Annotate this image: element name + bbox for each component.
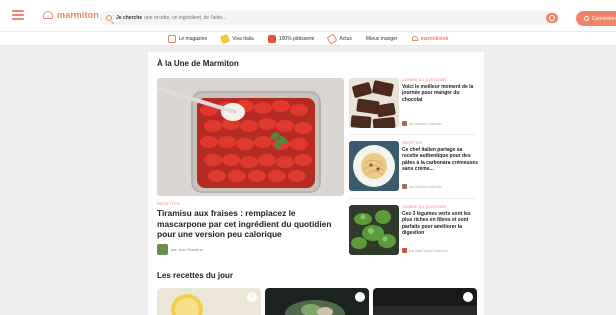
search-submit-button[interactable] <box>546 13 558 23</box>
avatar <box>402 248 407 253</box>
pasta-icon <box>220 33 231 44</box>
hero-author: par Jean Ramène <box>157 244 203 255</box>
article-author-name: par Andréa Lemercier <box>409 121 442 126</box>
nav-item-viva-italia[interactable]: Viva Italia <box>220 33 254 44</box>
avatar <box>402 121 407 126</box>
article-title[interactable]: Ces 3 légumes verts sont les plus riches… <box>402 211 478 236</box>
connect-button[interactable]: Connexion <box>576 11 616 26</box>
divider <box>349 198 477 199</box>
cake-icon <box>267 34 276 43</box>
nav-item-actus[interactable]: Actus <box>326 33 352 44</box>
kiosk-icon <box>411 36 418 41</box>
nav-item-label: marmikiosk <box>420 35 449 42</box>
hero-category: Recettes <box>157 201 180 206</box>
article-author: par Andréa Lemercier <box>402 121 442 126</box>
nav-item-marmikiosk[interactable]: marmikiosk <box>411 35 449 42</box>
article-image <box>349 141 399 191</box>
category-nav: Le magazine Viva Italia 100% pâtisserie … <box>0 32 616 46</box>
article-author: par Andréa Lemercier <box>402 184 442 189</box>
favorite-heart-icon[interactable]: ♡ <box>247 292 257 302</box>
section-title-une: À la Une de Marmiton <box>157 59 239 68</box>
article-author-name: par Andréa Lemercier <box>409 184 442 189</box>
article-category: Recettes <box>402 141 423 145</box>
logo[interactable]: marmiton <box>42 10 99 20</box>
side-article-1[interactable]: Cuisine du quotidien Voici le meilleur m… <box>349 78 477 130</box>
recipe-card-3[interactable]: ♡ <box>373 288 477 315</box>
menu-icon[interactable] <box>12 10 24 20</box>
magazine-icon <box>167 34 176 43</box>
article-title[interactable]: Voici le meilleur moment de la journée p… <box>402 84 478 103</box>
article-author-name: par Marie Angel Annunzio <box>409 248 448 253</box>
hero-title[interactable]: Tiramisu aux fraises : remplacez le masc… <box>157 208 347 240</box>
divider <box>349 134 477 135</box>
side-article-3[interactable]: Cuisine du quotidien Ces 3 légumes verts… <box>349 205 477 257</box>
search-prefix: Je cherche <box>116 15 143 21</box>
megaphone-icon <box>326 33 338 44</box>
recipe-card-2[interactable]: ♡ <box>265 288 369 315</box>
nav-item-magazine[interactable]: Le magazine <box>167 34 208 43</box>
favorite-heart-icon[interactable]: ♡ <box>355 292 365 302</box>
article-image <box>349 205 399 255</box>
top-bar: marmiton Je cherche Connexion <box>0 0 616 32</box>
chef-hat-icon <box>42 10 54 20</box>
side-article-2[interactable]: Recettes Ce chef italien partage sa rece… <box>349 141 478 193</box>
nav-item-label: Viva Italia <box>232 35 254 42</box>
nav-item-label: Actus <box>339 35 352 42</box>
avatar <box>157 244 168 255</box>
main-content: À la Une de Marmiton RECETTES Tiramisu a… <box>148 52 484 315</box>
nav-item-label: Mieux manger <box>365 35 398 42</box>
article-category: Cuisine du quotidien <box>402 78 447 82</box>
article-category: Cuisine du quotidien <box>402 205 447 209</box>
search-icon <box>106 15 112 21</box>
favorite-heart-icon[interactable]: ♡ <box>463 292 473 302</box>
article-image <box>349 78 399 128</box>
section-title-recipes: Les recettes du jour <box>157 271 234 280</box>
nav-item-label: 100% pâtisserie <box>278 35 315 42</box>
nav-item-mieux-manger[interactable]: Mieux manger <box>366 36 398 42</box>
connect-label: Connexion <box>592 15 616 22</box>
nav-item-label: Le magazine <box>178 35 208 42</box>
nav-item-patisserie[interactable]: 100% pâtisserie <box>267 34 315 43</box>
search-bar[interactable]: Je cherche <box>100 11 560 25</box>
article-title[interactable]: Ce chef italien partage sa recette authe… <box>402 147 478 172</box>
search-input[interactable] <box>144 15 465 21</box>
avatar <box>402 184 407 189</box>
article-author: par Marie Angel Annunzio <box>402 248 448 253</box>
hero-author-name: par Jean Ramène <box>171 247 203 252</box>
recipe-card-1[interactable]: ♡ <box>157 288 261 315</box>
user-icon <box>584 16 589 21</box>
hero-image[interactable] <box>157 78 344 196</box>
logo-text: marmiton <box>57 10 99 20</box>
